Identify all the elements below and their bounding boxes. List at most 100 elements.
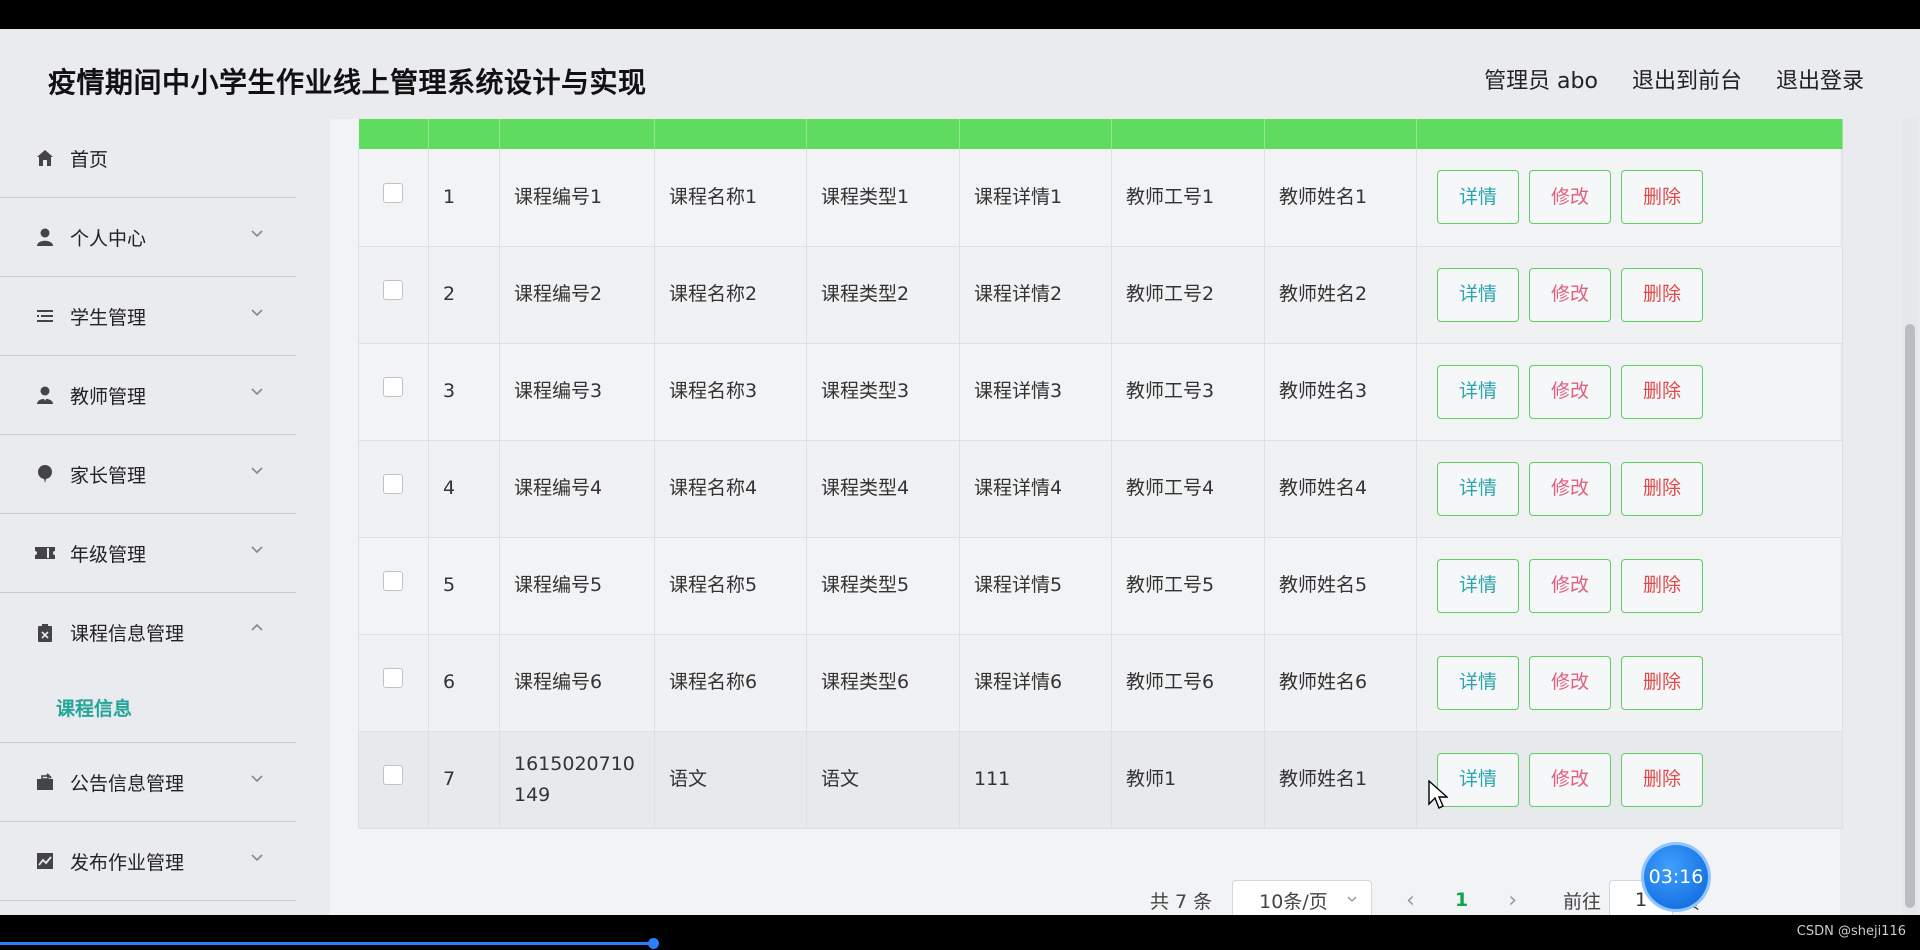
video-progress-bar[interactable] bbox=[0, 942, 655, 945]
chevron-down-icon bbox=[248, 540, 266, 558]
table-row: 3 课程编号3 课程名称3 课程类型3 课程详情3 教师工号3 教师姓名3 详情 修改 删除 bbox=[358, 343, 1843, 441]
app-window: 疫情期间中小学生作业线上管理系统设计与实现 管理员 abo 退出到前台 退出登录… bbox=[0, 29, 1920, 915]
cell-course-type: 课程类型5 bbox=[806, 537, 960, 635]
delete-button[interactable]: 删除 bbox=[1621, 170, 1703, 225]
cell-teacher-id: 教师工号4 bbox=[1111, 440, 1265, 538]
cell-course-name: 课程名称3 bbox=[654, 343, 807, 441]
sidebar-item-label: 首页 bbox=[70, 148, 109, 171]
cell-course-type: 课程类型2 bbox=[806, 246, 960, 344]
next-page-icon[interactable]: › bbox=[1508, 888, 1517, 913]
sidebar-item-parent-management[interactable]: 家长管理 bbox=[0, 435, 296, 514]
sidebar-item-label: 家长管理 bbox=[70, 464, 147, 487]
sidebar-item-label: 发布作业管理 bbox=[70, 851, 185, 874]
delete-button[interactable]: 删除 bbox=[1621, 364, 1703, 419]
delete-button[interactable]: 删除 bbox=[1621, 655, 1703, 710]
edit-button[interactable]: 修改 bbox=[1529, 170, 1611, 225]
sidebar: 首页 个人中心 学生管理 教师管理 家长管理 年级管理 课程信息管理 课程信息 … bbox=[0, 119, 296, 915]
row-checkbox[interactable] bbox=[383, 377, 403, 397]
detail-button[interactable]: 详情 bbox=[1437, 461, 1519, 516]
delete-button[interactable]: 删除 bbox=[1621, 267, 1703, 322]
delete-button[interactable]: 删除 bbox=[1621, 558, 1703, 613]
cell-actions: 详情 修改 删除 bbox=[1416, 440, 1843, 538]
row-checkbox[interactable] bbox=[383, 765, 403, 785]
scrollbar-thumb[interactable] bbox=[1905, 324, 1915, 908]
video-progress-handle[interactable] bbox=[648, 938, 659, 949]
detail-button[interactable]: 详情 bbox=[1437, 752, 1519, 807]
cell-index: 3 bbox=[428, 343, 500, 441]
mouse-cursor-icon bbox=[1428, 779, 1449, 815]
cell-actions: 详情 修改 删除 bbox=[1416, 246, 1843, 344]
exit-to-front-link[interactable]: 退出到前台 bbox=[1632, 63, 1742, 95]
prev-page-icon[interactable]: ‹ bbox=[1406, 888, 1415, 913]
logout-link[interactable]: 退出登录 bbox=[1776, 63, 1864, 95]
balloon-icon bbox=[34, 463, 56, 485]
cell-actions: 详情 修改 删除 bbox=[1416, 537, 1843, 635]
main-content: 1 课程编号1 课程名称1 课程类型1 课程详情1 教师工号1 教师姓名1 详情 修改 删除 2… bbox=[330, 119, 1843, 915]
page-size-select[interactable]: 10条/页 bbox=[1232, 880, 1373, 915]
sidebar-item-course-info-management[interactable]: 课程信息管理 bbox=[0, 593, 296, 672]
sidebar-item-grade-management[interactable]: 年级管理 bbox=[0, 514, 296, 593]
chevron-down-icon bbox=[1345, 889, 1359, 911]
current-page-number[interactable]: 1 bbox=[1455, 889, 1468, 911]
course-table-wrapper: 1 课程编号1 课程名称1 课程类型1 课程详情1 教师工号1 教师姓名1 详情 修改 删除 2… bbox=[358, 119, 1843, 829]
ticket-icon bbox=[34, 542, 56, 564]
row-checkbox[interactable] bbox=[383, 474, 403, 494]
list-icon bbox=[34, 305, 56, 327]
edit-button[interactable]: 修改 bbox=[1529, 558, 1611, 613]
sidebar-item-notice-management[interactable]: 公告信息管理 bbox=[0, 743, 296, 822]
table-row: 1 课程编号1 课程名称1 课程类型1 课程详情1 教师工号1 教师姓名1 详情 修改 删除 bbox=[358, 149, 1843, 247]
chevron-down-icon bbox=[248, 461, 266, 479]
row-checkbox[interactable] bbox=[383, 571, 403, 591]
pagination: 共 7 条 10条/页 ‹ 1 › 前往 页 bbox=[1150, 880, 1700, 915]
vertical-scrollbar[interactable] bbox=[1902, 119, 1918, 915]
detail-button[interactable]: 详情 bbox=[1437, 170, 1519, 225]
delete-button[interactable]: 删除 bbox=[1621, 752, 1703, 807]
cell-index: 7 bbox=[428, 731, 500, 829]
cell-course-code: 课程编号3 bbox=[499, 343, 655, 441]
detail-button[interactable]: 详情 bbox=[1437, 364, 1519, 419]
sidebar-item-label: 个人中心 bbox=[70, 227, 147, 250]
sidebar-item-home[interactable]: 首页 bbox=[0, 119, 296, 198]
sidebar-item-student-management[interactable]: 学生管理 bbox=[0, 277, 296, 356]
edit-button[interactable]: 修改 bbox=[1529, 752, 1611, 807]
edit-button[interactable]: 修改 bbox=[1529, 655, 1611, 710]
cell-course-detail: 课程详情1 bbox=[959, 149, 1112, 247]
detail-button[interactable]: 详情 bbox=[1437, 267, 1519, 322]
table-row: 2 课程编号2 课程名称2 课程类型2 课程详情2 教师工号2 教师姓名2 详情 修改 删除 bbox=[358, 246, 1843, 344]
user-icon bbox=[34, 226, 56, 248]
sidebar-item-homework-management[interactable]: 发布作业管理 bbox=[0, 822, 296, 901]
sidebar-item-label: 公告信息管理 bbox=[70, 772, 185, 795]
sidebar-item-label: 学生管理 bbox=[70, 306, 147, 329]
row-checkbox-cell bbox=[358, 731, 429, 829]
sidebar-item-personal-center[interactable]: 个人中心 bbox=[0, 198, 296, 277]
detail-button[interactable]: 详情 bbox=[1437, 558, 1519, 613]
cell-index: 2 bbox=[428, 246, 500, 344]
delete-button[interactable]: 删除 bbox=[1621, 461, 1703, 516]
cell-teacher-id: 教师工号2 bbox=[1111, 246, 1265, 344]
edit-button[interactable]: 修改 bbox=[1529, 364, 1611, 419]
teacher-icon bbox=[34, 384, 56, 406]
sidebar-subitem-course-info[interactable]: 课程信息 bbox=[0, 672, 296, 743]
row-checkbox[interactable] bbox=[383, 182, 403, 203]
cell-course-type: 课程类型4 bbox=[806, 440, 960, 538]
cell-index: 5 bbox=[428, 537, 500, 635]
sidebar-item-label: 课程信息管理 bbox=[70, 623, 185, 645]
detail-button[interactable]: 详情 bbox=[1437, 655, 1519, 710]
cell-course-name: 课程名称5 bbox=[654, 537, 807, 635]
row-checkbox[interactable] bbox=[383, 280, 403, 300]
cell-teacher-name: 教师姓名5 bbox=[1264, 537, 1417, 635]
cell-course-name: 课程名称1 bbox=[654, 149, 807, 247]
app-title: 疫情期间中小学生作业线上管理系统设计与实现 bbox=[48, 66, 647, 99]
header-actions: 管理员 abo 退出到前台 退出登录 bbox=[1484, 63, 1864, 95]
admin-user-label[interactable]: 管理员 abo bbox=[1484, 63, 1598, 95]
sidebar-item-label: 年级管理 bbox=[70, 543, 147, 566]
goto-label: 前往 bbox=[1563, 890, 1602, 913]
edit-button[interactable]: 修改 bbox=[1529, 461, 1611, 516]
sidebar-item-teacher-management[interactable]: 教师管理 bbox=[0, 356, 296, 435]
cell-teacher-name: 教师姓名3 bbox=[1264, 343, 1417, 441]
clipboard-icon bbox=[34, 622, 56, 644]
cell-teacher-name: 教师姓名2 bbox=[1264, 246, 1417, 344]
row-checkbox[interactable] bbox=[383, 668, 403, 688]
edit-button[interactable]: 修改 bbox=[1529, 267, 1611, 322]
cell-teacher-name: 教师姓名6 bbox=[1264, 634, 1417, 732]
